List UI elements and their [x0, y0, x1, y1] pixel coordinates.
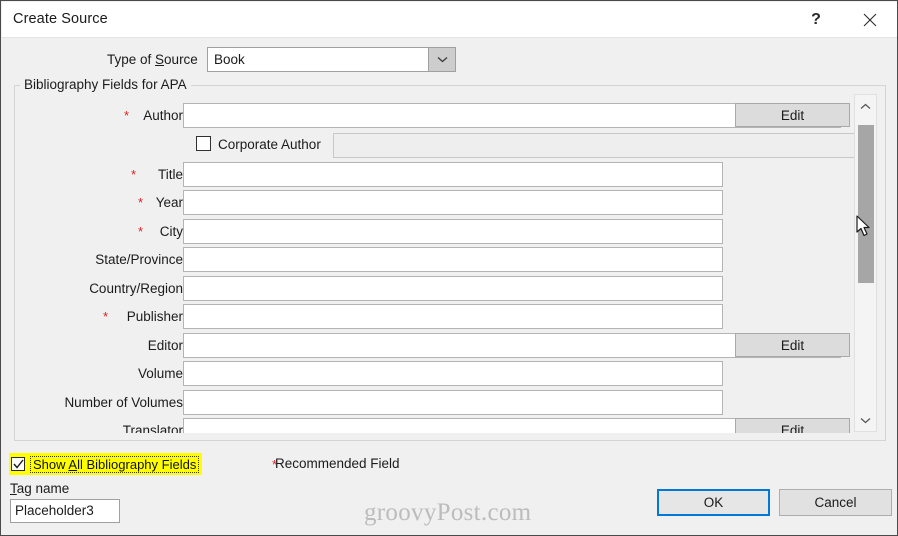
field-input[interactable]: [183, 190, 723, 215]
field-row: * Title: [15, 162, 885, 190]
field-input[interactable]: [183, 219, 723, 244]
field-row: Corporate Author: [15, 133, 885, 161]
corporate-author-input[interactable]: [333, 133, 855, 158]
cancel-button[interactable]: Cancel: [779, 489, 892, 516]
type-label-post: ource: [164, 52, 198, 67]
field-input[interactable]: [183, 361, 723, 386]
tag-name-input[interactable]: Placeholder3: [10, 499, 120, 523]
chevron-up-icon: [860, 103, 871, 109]
field-row: Translator Edit: [15, 418, 885, 433]
type-of-source-dropdown-button[interactable]: [428, 48, 455, 71]
chevron-down-icon: [860, 417, 871, 423]
field-row: Editor Edit: [15, 333, 885, 361]
create-source-dialog: Create Source ? Type of Source Book Bibl…: [0, 0, 898, 536]
type-label-pre: Type of: [107, 52, 156, 67]
field-label-wrap: Country/Region: [15, 276, 183, 304]
recommended-field-text: Recommended Field: [275, 456, 400, 471]
dialog-titlebar: Create Source ?: [2, 2, 897, 38]
field-label: Editor: [147, 338, 183, 353]
field-label-wrap: * City: [15, 219, 183, 247]
field-input[interactable]: [183, 304, 723, 329]
field-label-wrap: Number of Volumes: [15, 390, 183, 418]
field-input[interactable]: [183, 390, 723, 415]
field-input[interactable]: [183, 162, 723, 187]
watermark: groovyPost.com: [364, 499, 532, 526]
tag-label-accel: T: [10, 481, 17, 496]
edit-button[interactable]: Edit: [735, 333, 850, 357]
field-label: City: [159, 224, 183, 239]
scrollbar-thumb[interactable]: [858, 125, 874, 283]
show-all-bibliography-fields-checkbox[interactable]: Show All Bibliography Fields: [9, 453, 203, 475]
field-label-wrap: * Title: [15, 162, 183, 190]
fields-scroll-viewport: * Author Edit Corporate Author * Title * Year * C…: [15, 93, 885, 433]
field-label-wrap: Editor: [15, 333, 183, 361]
help-button[interactable]: ?: [793, 3, 839, 37]
tag-name-value: Placeholder3: [15, 503, 94, 518]
edit-button[interactable]: Edit: [735, 103, 850, 127]
field-row: * Year: [15, 190, 885, 218]
checkmark-icon: [13, 459, 24, 469]
show-all-label-post: ll Bibliography Fields: [77, 456, 197, 472]
tag-label-post: ag name: [16, 481, 70, 496]
show-all-bibliography-fields-label: Show All Bibliography Fields: [30, 455, 200, 473]
ok-button[interactable]: OK: [657, 489, 770, 516]
dialog-title: Create Source: [13, 11, 108, 27]
type-label-accel: S: [155, 52, 165, 67]
field-label: Country/Region: [89, 281, 183, 296]
field-label-wrap: * Publisher: [15, 304, 183, 332]
field-row: * Publisher: [15, 304, 885, 332]
field-label: Number of Volumes: [64, 395, 183, 410]
field-label: Volume: [137, 366, 183, 381]
field-row: State/Province: [15, 247, 885, 275]
type-of-source-label: Type of Source: [107, 52, 198, 67]
show-all-label-pre: Show: [33, 456, 69, 472]
field-row: * City: [15, 219, 885, 247]
corporate-author-label: Corporate Author: [218, 137, 321, 152]
bibliography-fields-legend: Bibliography Fields for APA: [20, 77, 191, 92]
corporate-author-checkbox[interactable]: [196, 136, 211, 151]
field-input[interactable]: [183, 247, 723, 272]
field-label-wrap: * Year: [15, 190, 183, 218]
scrollbar-down-button[interactable]: [855, 409, 876, 431]
field-label-wrap: Volume: [15, 361, 183, 389]
scrollbar-up-button[interactable]: [855, 95, 876, 117]
field-label: Translator: [122, 423, 183, 433]
checkbox-box: [11, 457, 25, 471]
fields-scrollbar[interactable]: [854, 94, 877, 432]
edit-button[interactable]: Edit: [735, 418, 850, 433]
field-row: Volume: [15, 361, 885, 389]
field-input[interactable]: [183, 276, 723, 301]
field-label: Title: [157, 167, 183, 182]
field-label-wrap: * Author: [15, 103, 183, 131]
tag-name-label: Tag name: [10, 481, 69, 496]
field-label: Year: [155, 195, 183, 210]
question-mark-icon: ?: [811, 11, 821, 28]
type-of-source-combobox[interactable]: Book: [207, 47, 456, 72]
field-label: Author: [143, 108, 183, 123]
chevron-down-icon: [437, 57, 447, 63]
show-all-label-accel: A: [68, 456, 78, 472]
field-label-wrap: Translator: [15, 418, 183, 433]
field-row: Country/Region: [15, 276, 885, 304]
field-label-wrap: State/Province: [15, 247, 183, 275]
close-button[interactable]: [847, 3, 893, 37]
close-icon: [863, 13, 877, 27]
field-label: State/Province: [95, 252, 183, 267]
field-label: Publisher: [126, 309, 183, 324]
field-row: Number of Volumes: [15, 390, 885, 418]
field-row: * Author Edit: [15, 103, 885, 131]
type-of-source-value: Book: [214, 52, 245, 67]
